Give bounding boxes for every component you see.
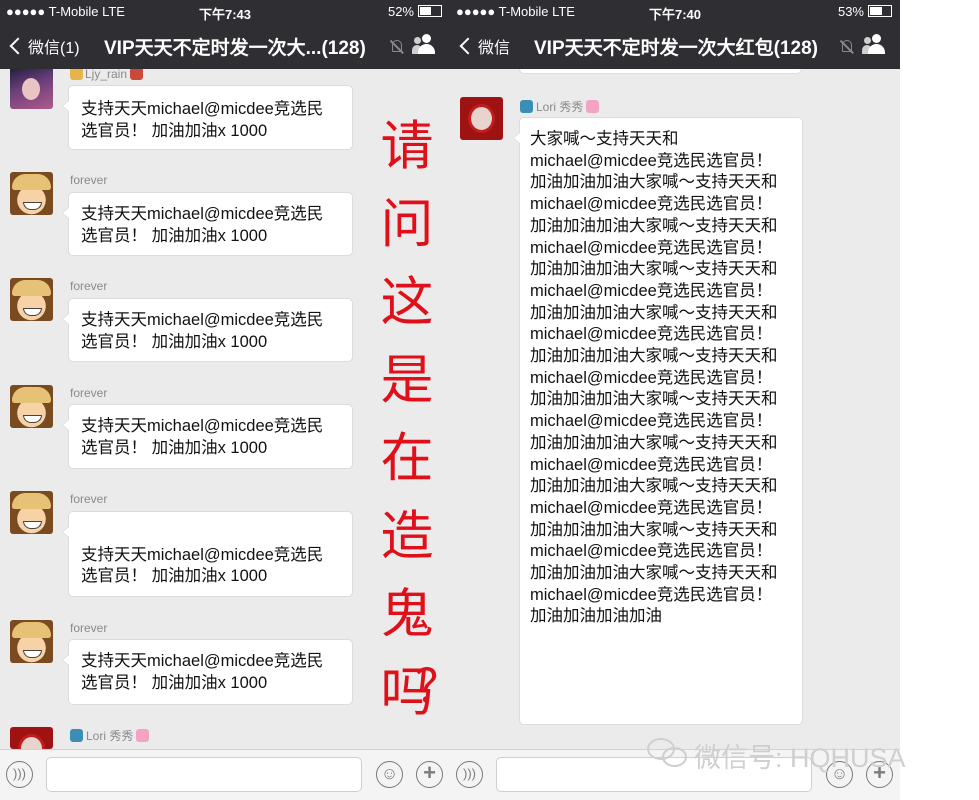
sender-name: forever [70, 492, 108, 506]
annotation-char: ？ [415, 659, 461, 713]
avatar[interactable] [10, 66, 53, 109]
chevron-left-icon [9, 37, 27, 55]
sender-name: forever [70, 173, 108, 187]
sender-name: forever [70, 621, 108, 635]
plus-icon[interactable]: + [416, 761, 443, 788]
mute-bell-icon [840, 40, 852, 54]
battery-indicator: 53% [838, 4, 892, 19]
message-bubble[interactable]: 大家喊～支持天天和 michael@micdee竞选民选官员！ 加油加油加油大家… [513, 117, 803, 725]
message-bubble[interactable]: 支持天天michael@micdee竞选民 选官员！ 加油加油x 1000 [62, 192, 353, 256]
sender-name: forever [70, 386, 108, 400]
heart-emoji-icon [586, 100, 600, 113]
nav-row: 微信 VIP天天不定时发一次大红包(128) [450, 22, 900, 69]
battery-icon [868, 5, 892, 17]
status-bar: ●●●●● T-Mobile LTE 下午7:40 53% [450, 0, 900, 22]
clock: 下午7:43 [198, 7, 252, 22]
emoji-icon[interactable]: ☺ [376, 761, 403, 788]
message-input[interactable] [46, 757, 362, 792]
sender-name: Ljy_rain [70, 67, 144, 81]
sender-emoji-icon [520, 100, 533, 113]
group-members-icon[interactable] [412, 34, 438, 56]
annotation-char: 是 [380, 350, 434, 411]
chat-title: VIP天天不定时发一次大...(128) [104, 38, 366, 59]
annotation-char: 造 [380, 506, 434, 567]
nav-bar: ●●●●● T-Mobile LTE 下午7:40 53% 微信 VIP天天不定… [450, 0, 900, 69]
mute-bell-icon [390, 40, 402, 54]
message-bubble[interactable]: 支持天天michael@micdee竞选民 选官员！ 加油加油x 1000 [62, 298, 353, 362]
avatar[interactable] [10, 727, 53, 749]
avatar[interactable] [10, 385, 53, 428]
nav-row: 微信(1) VIP天天不定时发一次大...(128) [0, 22, 450, 69]
back-button[interactable]: 微信 [459, 34, 510, 58]
watermark-label: 微信号: HQHUSA [694, 743, 906, 773]
annotation-char: 请 [380, 116, 434, 177]
wechat-logo-icon [647, 738, 691, 770]
sender-name: Lori 秀秀 [70, 727, 150, 744]
avatar[interactable] [460, 97, 503, 140]
chat-title: VIP天天不定时发一次大红包(128) [534, 38, 818, 59]
annotation-char: 鬼 [380, 584, 434, 645]
annotation-char: 在 [380, 428, 434, 489]
sender-emoji-icon [70, 729, 83, 742]
nav-bar: ●●●●● T-Mobile LTE 下午7:43 52% 微信(1) VIP天… [0, 0, 450, 69]
battery-indicator: 52% [388, 4, 442, 19]
message-bubble[interactable]: 支持天天michael@micdee竞选民 选官员！ 加油加油x 1000 [62, 85, 353, 150]
clock: 下午7:40 [648, 7, 702, 22]
message-bubble[interactable]: 支持天天michael@micdee竞选民 选官员！ 加油加油x 1000 [62, 639, 353, 705]
message-bubble[interactable]: 支持天天michael@micdee竞选民 选官员！ 加油加油x 1000 [62, 404, 353, 469]
avatar[interactable] [10, 620, 53, 663]
annotation-char: 这 [380, 272, 434, 333]
battery-icon [418, 5, 442, 17]
back-button[interactable]: 微信(1) [9, 34, 80, 58]
heart-emoji-icon [136, 729, 150, 742]
sender-name: Lori 秀秀 [520, 98, 600, 115]
chevron-left-icon [459, 37, 477, 55]
sender-name: forever [70, 279, 108, 293]
avatar[interactable] [10, 172, 53, 215]
voice-toggle-icon[interactable]: ))) [6, 761, 33, 788]
group-members-icon[interactable] [862, 34, 888, 56]
voice-toggle-icon[interactable]: ))) [456, 761, 483, 788]
right-chat-screen: Lori 秀秀 大家喊～支持天天和 michael@micdee竞选民选官员！ … [450, 0, 900, 800]
status-bar: ●●●●● T-Mobile LTE 下午7:43 52% [0, 0, 450, 22]
message-bubble[interactable]: 支持天天michael@micdee竞选民 选官员！ 加油加油x 1000 [62, 511, 353, 597]
input-bar: ))) ☺ + [0, 749, 450, 800]
avatar[interactable] [10, 491, 53, 534]
annotation-char: 问 [380, 194, 434, 255]
avatar[interactable] [10, 278, 53, 321]
